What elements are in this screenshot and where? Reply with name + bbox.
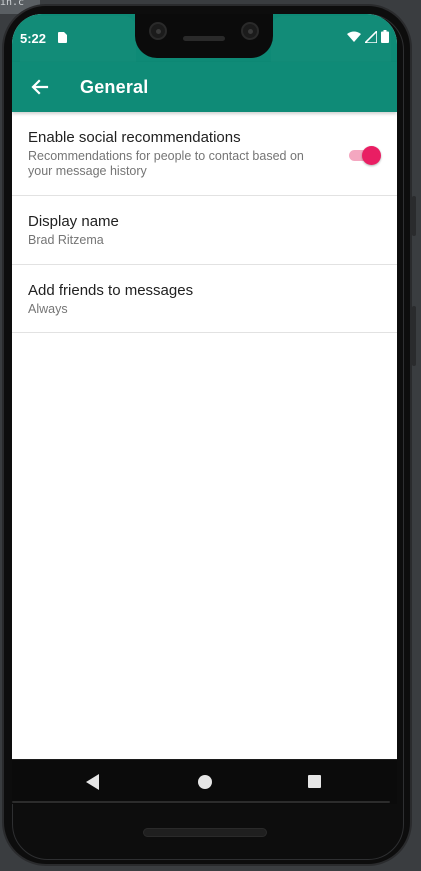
- app-bar: General: [12, 62, 397, 112]
- setting-summary: Recommendations for people to contact ba…: [28, 149, 304, 178]
- power-button: [412, 306, 416, 366]
- setting-summary: Brad Ritzema: [28, 233, 104, 247]
- background-text: in.c: [0, 0, 25, 8]
- setting-title: Add friends to messages: [28, 282, 194, 299]
- page-title: General: [80, 77, 149, 97]
- setting-display-name[interactable]: Display name Brad Ritzema: [12, 196, 397, 265]
- bottom-speaker: [143, 828, 267, 837]
- arrow-left-icon[interactable]: [30, 77, 50, 97]
- front-camera-icon: [149, 22, 167, 40]
- device-screen: 5:22 General Enable social recommendatio…: [12, 14, 397, 802]
- social-recommendations-toggle[interactable]: [347, 146, 381, 165]
- screen-bottom-edge: [12, 801, 390, 803]
- setting-summary: Always: [28, 302, 68, 316]
- nav-recents-icon[interactable]: [308, 775, 321, 788]
- setting-add-friends[interactable]: Add friends to messages Always: [12, 265, 397, 333]
- sd-card-icon: [58, 32, 67, 43]
- signal-icon: [365, 30, 377, 43]
- status-time: 5:22: [20, 31, 47, 46]
- front-camera-icon: [241, 22, 259, 40]
- volume-button: [412, 196, 416, 236]
- setting-title: Enable social recommendations: [28, 129, 241, 146]
- camera-notch: [135, 14, 273, 58]
- toggle-thumb: [362, 146, 381, 165]
- navigation-bar: [12, 759, 397, 804]
- battery-icon: [381, 30, 389, 43]
- nav-back-icon[interactable]: [86, 774, 99, 790]
- status-bar: 5:22: [12, 14, 397, 62]
- settings-list: Enable social recommendations Recommenda…: [12, 112, 397, 333]
- earpiece-speaker: [183, 36, 225, 41]
- wifi-icon: [347, 31, 361, 42]
- setting-social-recommendations[interactable]: Enable social recommendations Recommenda…: [12, 112, 397, 196]
- nav-home-icon[interactable]: [198, 775, 212, 789]
- setting-title: Display name: [28, 213, 119, 230]
- status-icons: [347, 30, 389, 43]
